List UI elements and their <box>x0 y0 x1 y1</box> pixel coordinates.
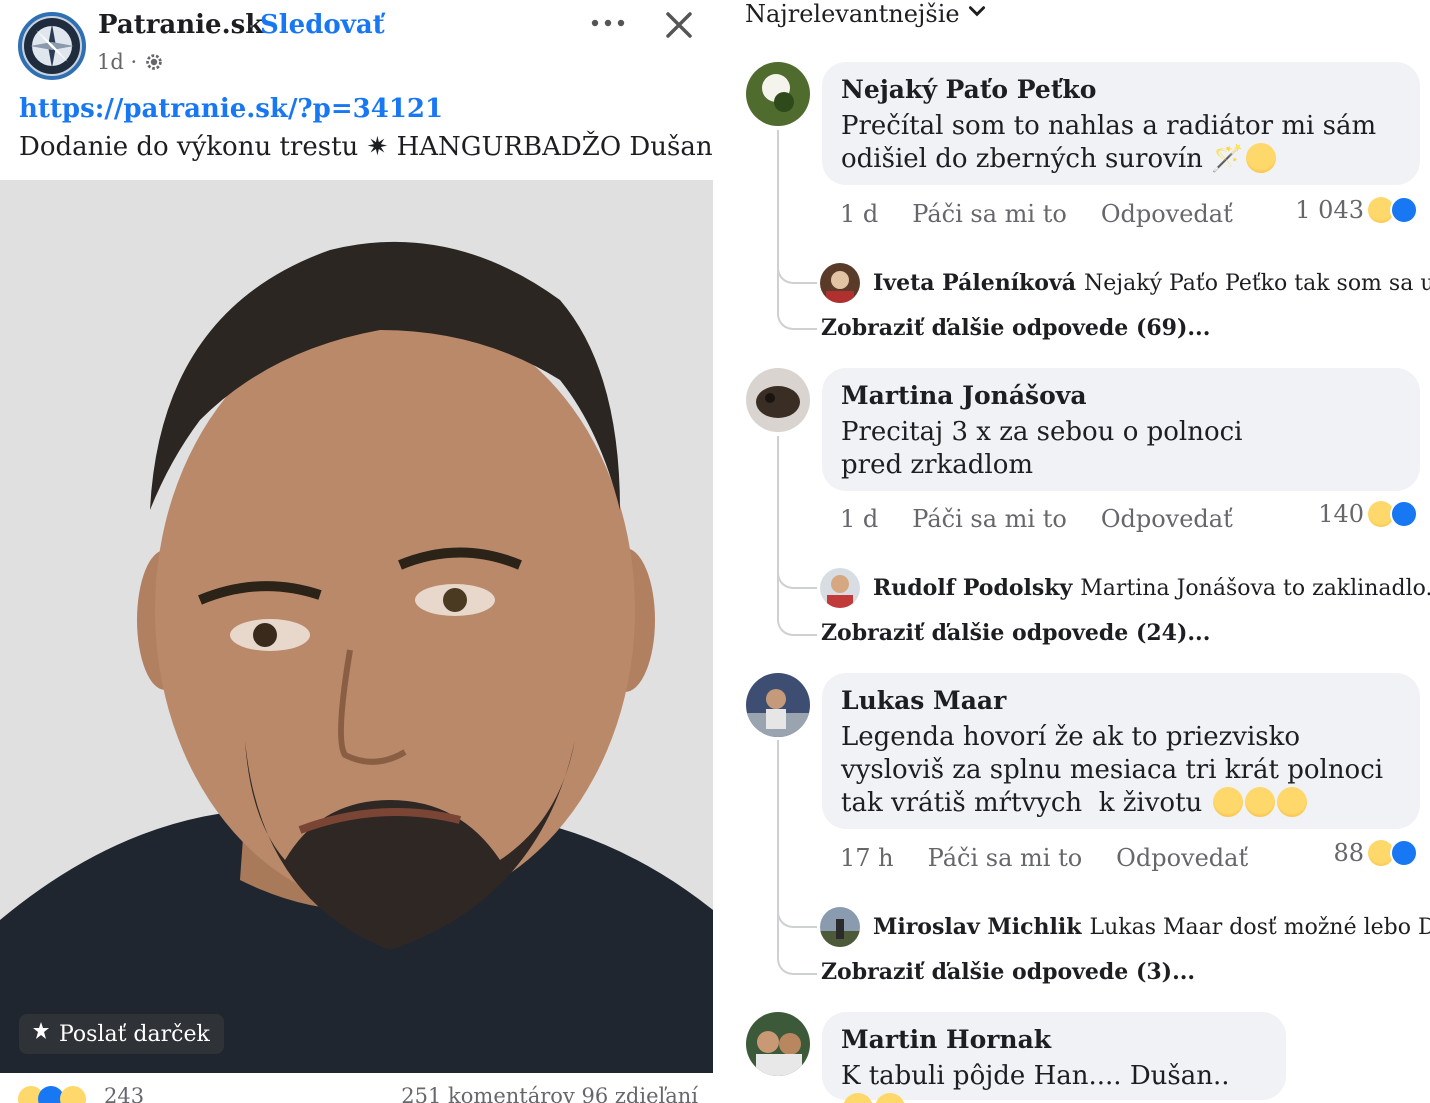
avatar[interactable] <box>746 368 810 432</box>
comment-bubble: Lukas Maar Legenda hovorí že ak to priez… <box>822 673 1420 829</box>
avatar[interactable] <box>820 263 860 303</box>
reaction-count: 1 043 <box>1295 196 1364 224</box>
avatar[interactable] <box>820 568 860 608</box>
comment-author[interactable]: Martina Jonášova <box>841 380 1400 412</box>
reaction-count: 140 <box>1318 500 1364 528</box>
comment-time: 1 d <box>840 200 879 228</box>
comment-text: K tabuli pôjde Han.... Dušan.. <box>841 1060 1266 1103</box>
avatar[interactable] <box>746 1012 810 1076</box>
post-stats[interactable]: 251 komentárov 96 zdieľaní <box>401 1084 698 1103</box>
reply-author[interactable]: Rudolf Podolsky <box>873 575 1072 601</box>
gift-label: Poslať darček <box>59 1021 210 1047</box>
thread-curve <box>777 561 817 589</box>
comment-author[interactable]: Martin Hornak <box>841 1024 1266 1056</box>
thread-curve <box>777 256 817 284</box>
comment-text: Prečítal som to nahlas a radiátor mi sám… <box>841 111 1385 174</box>
more-icon[interactable] <box>588 10 628 40</box>
chevron-down-icon <box>966 0 988 28</box>
reactions-bar[interactable]: 243 251 komentárov 96 zdieľaní <box>18 1082 698 1103</box>
neutral-face-emoji-icon <box>1245 143 1276 173</box>
comments-panel: Najrelevantnejšie Nejaký Paťo Peťko Preč… <box>713 0 1430 1103</box>
reply-text: Martina Jonášova to zaklinadlo... <box>1080 575 1430 601</box>
like-button[interactable]: Páči sa mi to <box>912 200 1067 228</box>
reply-author[interactable]: Iveta Páleníková <box>873 270 1076 296</box>
follow-button[interactable]: Sledovať <box>260 10 385 40</box>
comment-text: Precitaj 3 x za sebou o polnoci pred zrk… <box>841 417 1251 480</box>
comment-actions: 1 d Páči sa mi to Odpovedať <box>840 200 1233 228</box>
laughing-emoji-icon <box>1276 787 1307 817</box>
avatar[interactable] <box>746 673 810 737</box>
thread-curve <box>777 300 817 330</box>
laughing-emoji-icon <box>875 1093 905 1103</box>
comment-time: 17 h <box>840 844 894 872</box>
comment-text: Legenda hovorí že ak to priezvisko vyslo… <box>841 722 1392 818</box>
reply-preview[interactable]: Iveta Páleníková Nejaký Paťo Peťko tak s… <box>820 263 1430 303</box>
thread-curve <box>777 945 817 975</box>
more-replies-link[interactable]: Zobraziť ďalšie odpovede (69)... <box>821 315 1210 341</box>
reply-preview[interactable]: Miroslav Michlik Lukas Maar dosť možné l… <box>820 907 1430 947</box>
thread-curve <box>777 606 817 636</box>
comment-bubble: Martin Hornak K tabuli pôjde Han.... Duš… <box>822 1012 1286 1103</box>
comment-reactions[interactable]: 1 043 <box>1295 196 1418 224</box>
laughing-emoji-icon <box>843 1093 873 1103</box>
like-reaction-icon <box>1390 196 1418 224</box>
reply-author[interactable]: Miroslav Michlik <box>873 914 1081 940</box>
post-photo[interactable] <box>0 180 713 1073</box>
post-link[interactable]: https://patranie.sk/?p=34121 <box>19 94 443 124</box>
privacy-icon <box>143 51 165 73</box>
post-text: Dodanie do výkonu trestu ✷ HANGURBADŽO D… <box>19 132 713 162</box>
post-meta: 1d · <box>97 50 165 74</box>
comment-author[interactable]: Lukas Maar <box>841 685 1400 717</box>
comment-bubble: Nejaký Paťo Peťko Prečítal som to nahlas… <box>822 62 1420 185</box>
like-button[interactable]: Páči sa mi to <box>912 505 1067 533</box>
reply-text: Lukas Maar dosť možné lebo Du... <box>1089 914 1430 940</box>
post-panel: Patranie.sk · Sledovať 1d · https://patr… <box>0 0 713 1103</box>
comment-bubble: Martina Jonášova Precitaj 3 x za sebou o… <box>822 368 1420 491</box>
reaction-count: 88 <box>1333 839 1364 867</box>
comment-actions: 17 h Páči sa mi to Odpovedať <box>840 844 1248 872</box>
like-reaction-icon <box>1390 839 1418 867</box>
reply-text: Nejaký Paťo Peťko tak som sa už... <box>1084 270 1430 296</box>
comment-author[interactable]: Nejaký Paťo Peťko <box>841 74 1400 106</box>
like-button[interactable]: Páči sa mi to <box>928 844 1083 872</box>
page-avatar[interactable] <box>18 12 86 80</box>
reply-button[interactable]: Odpovedať <box>1101 200 1233 228</box>
separator: · <box>248 14 255 38</box>
more-replies-link[interactable]: Zobraziť ďalšie odpovede (24)... <box>821 620 1210 646</box>
close-icon[interactable] <box>658 4 700 46</box>
reply-preview[interactable]: Rudolf Podolsky Martina Jonášova to zakl… <box>820 568 1430 608</box>
wand-emoji-icon: 🪄 <box>1211 144 1244 174</box>
reaction-count: 243 <box>104 1084 145 1103</box>
reply-button[interactable]: Odpovedať <box>1101 505 1233 533</box>
sort-dropdown[interactable]: Najrelevantnejšie <box>745 0 988 28</box>
avatar[interactable] <box>820 907 860 947</box>
thread-curve <box>777 900 817 928</box>
comment-time: 1 d <box>840 505 879 533</box>
laughing-emoji-icon <box>1212 787 1243 817</box>
avatar[interactable] <box>746 62 810 126</box>
send-gift-button[interactable]: Poslať darček <box>19 1014 224 1054</box>
more-replies-link[interactable]: Zobraziť ďalšie odpovede (3)... <box>821 959 1195 985</box>
page-name[interactable]: Patranie.sk <box>98 10 263 40</box>
post-time: 1d · <box>97 50 138 74</box>
comment-reactions[interactable]: 88 <box>1333 839 1418 867</box>
sad-reaction-icon <box>60 1086 86 1103</box>
sort-label: Najrelevantnejšie <box>745 0 960 28</box>
comment-reactions[interactable]: 140 <box>1318 500 1418 528</box>
reply-button[interactable]: Odpovedať <box>1116 844 1248 872</box>
laughing-emoji-icon <box>1244 787 1275 817</box>
like-reaction-icon <box>1390 500 1418 528</box>
gift-icon <box>29 1019 53 1049</box>
comment-actions: 1 d Páči sa mi to Odpovedať <box>840 505 1233 533</box>
